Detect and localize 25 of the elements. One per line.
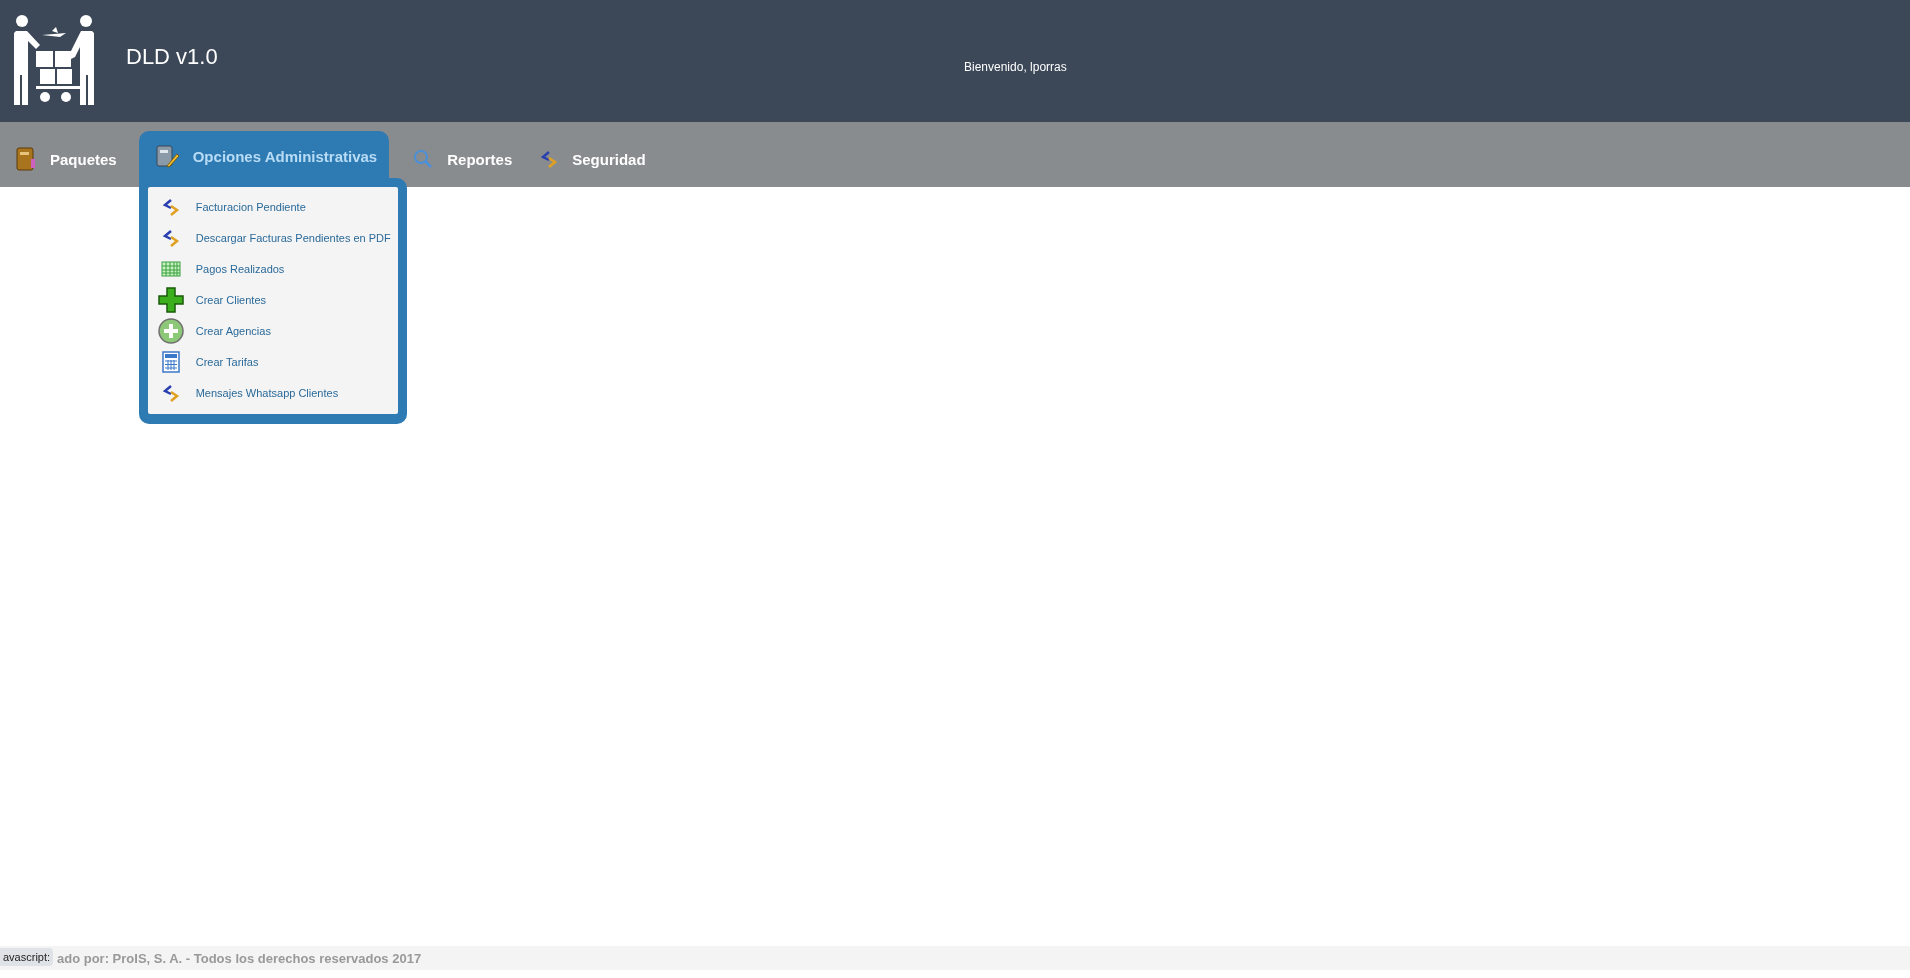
- menu-item[interactable]: Pagos Realizados: [157, 253, 398, 284]
- arrows-icon: [161, 228, 180, 247]
- nav-tab[interactable]: Seguridad: [534, 131, 660, 187]
- arrows-icon: [161, 383, 180, 402]
- footer-text: ado por: ProIS, S. A. - Todos los derechos reservados 2017: [57, 950, 422, 966]
- book-icon: [16, 147, 36, 171]
- arrows-icon: [161, 197, 180, 216]
- menu-item[interactable]: Crear Tarifas: [157, 346, 398, 377]
- menu-item[interactable]: Facturacion Pendiente: [157, 191, 398, 222]
- menu-item[interactable]: Descargar Facturas Pendientes en PDF: [157, 222, 398, 253]
- search-icon: [413, 149, 434, 169]
- nav-tab[interactable]: Paquetes: [10, 131, 131, 187]
- table-grid-icon: [160, 260, 181, 277]
- circle-plus-icon: [157, 317, 184, 344]
- calculator-icon: [161, 350, 180, 373]
- status-tooltip: avascript:: [0, 948, 54, 966]
- notebook-pencil-icon: [154, 144, 179, 168]
- arrows-icon: [540, 150, 559, 168]
- menu-item[interactable]: Crear Agencias: [157, 315, 398, 346]
- plus-icon: [157, 286, 184, 313]
- nav-tab[interactable]: Reportes: [407, 131, 527, 187]
- welcome-text: Bienvenido, lporras: [964, 60, 1067, 74]
- app-title: DLD v1.0: [126, 44, 218, 70]
- menu-item[interactable]: Mensajes Whatsapp Clientes: [157, 377, 398, 408]
- menu-item[interactable]: Crear Clientes: [157, 284, 398, 315]
